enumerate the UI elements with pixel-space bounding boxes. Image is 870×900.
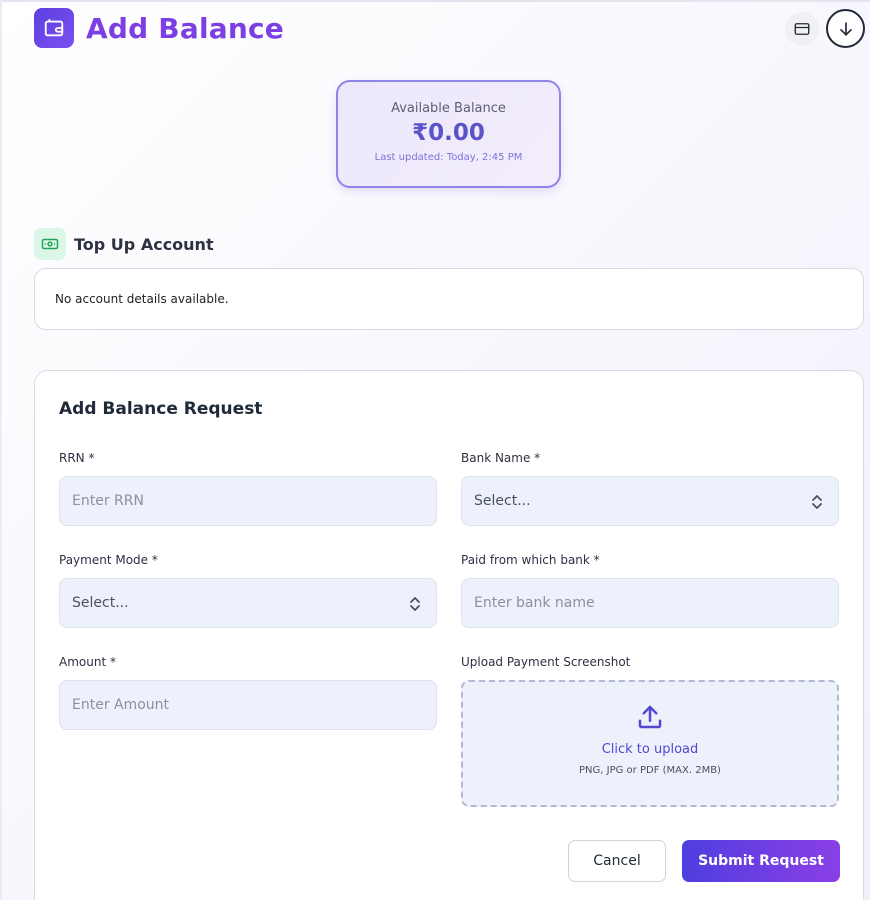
left-border xyxy=(0,0,2,900)
payment-mode-select[interactable]: Select... xyxy=(59,578,437,628)
upload-dropzone[interactable]: Click to upload PNG, JPG or PDF (MAX. 2M… xyxy=(461,680,839,807)
upload-hint: PNG, JPG or PDF (MAX. 2MB) xyxy=(579,765,721,776)
credit-card-icon xyxy=(794,23,810,35)
rrn-label: RRN * xyxy=(59,451,95,465)
topup-message: No account details available. xyxy=(55,292,229,306)
submit-request-button[interactable]: Submit Request xyxy=(682,840,840,882)
bank-name-select[interactable]: Select... xyxy=(461,476,839,526)
download-button[interactable] xyxy=(826,9,865,48)
balance-updated: Last updated: Today, 2:45 PM xyxy=(374,152,523,163)
balance-label: Available Balance xyxy=(391,101,506,116)
rrn-placeholder: Enter RRN xyxy=(72,493,144,509)
banknote-icon xyxy=(34,228,66,260)
payment-mode-label: Payment Mode * xyxy=(59,553,158,567)
chevron-up-down-icon xyxy=(410,597,420,611)
balance-card: Available Balance ₹0.00 Last updated: To… xyxy=(336,80,561,188)
bank-name-label: Bank Name * xyxy=(461,451,541,465)
topup-title: Top Up Account xyxy=(74,234,214,254)
page-title: Add Balance xyxy=(86,11,284,45)
wallet-icon xyxy=(34,8,74,48)
amount-input[interactable]: Enter Amount xyxy=(59,680,437,730)
page-header: Add Balance xyxy=(34,8,284,48)
topup-header: Top Up Account xyxy=(34,228,214,260)
rrn-input[interactable]: Enter RRN xyxy=(59,476,437,526)
paid-from-input[interactable]: Enter bank name xyxy=(461,578,839,628)
cancel-button[interactable]: Cancel xyxy=(568,840,666,882)
bank-name-value: Select... xyxy=(474,493,531,509)
card-button[interactable] xyxy=(785,12,819,46)
payment-mode-value: Select... xyxy=(72,595,129,611)
balance-amount: ₹0.00 xyxy=(412,120,485,146)
paid-from-placeholder: Enter bank name xyxy=(474,595,595,611)
upload-action[interactable]: Click to upload xyxy=(463,742,837,757)
chevron-up-down-icon xyxy=(812,495,822,509)
paid-from-label: Paid from which bank * xyxy=(461,553,600,567)
arrow-down-icon xyxy=(839,21,852,36)
upload-label: Upload Payment Screenshot xyxy=(461,655,631,669)
amount-placeholder: Enter Amount xyxy=(72,697,170,713)
upload-icon xyxy=(463,702,837,736)
add-balance-form: Add Balance Request RRN * Enter RRN Bank… xyxy=(34,370,864,900)
form-title: Add Balance Request xyxy=(59,399,263,419)
top-border xyxy=(0,0,870,2)
topup-account-box: No account details available. xyxy=(34,268,864,330)
amount-label: Amount * xyxy=(59,655,116,669)
